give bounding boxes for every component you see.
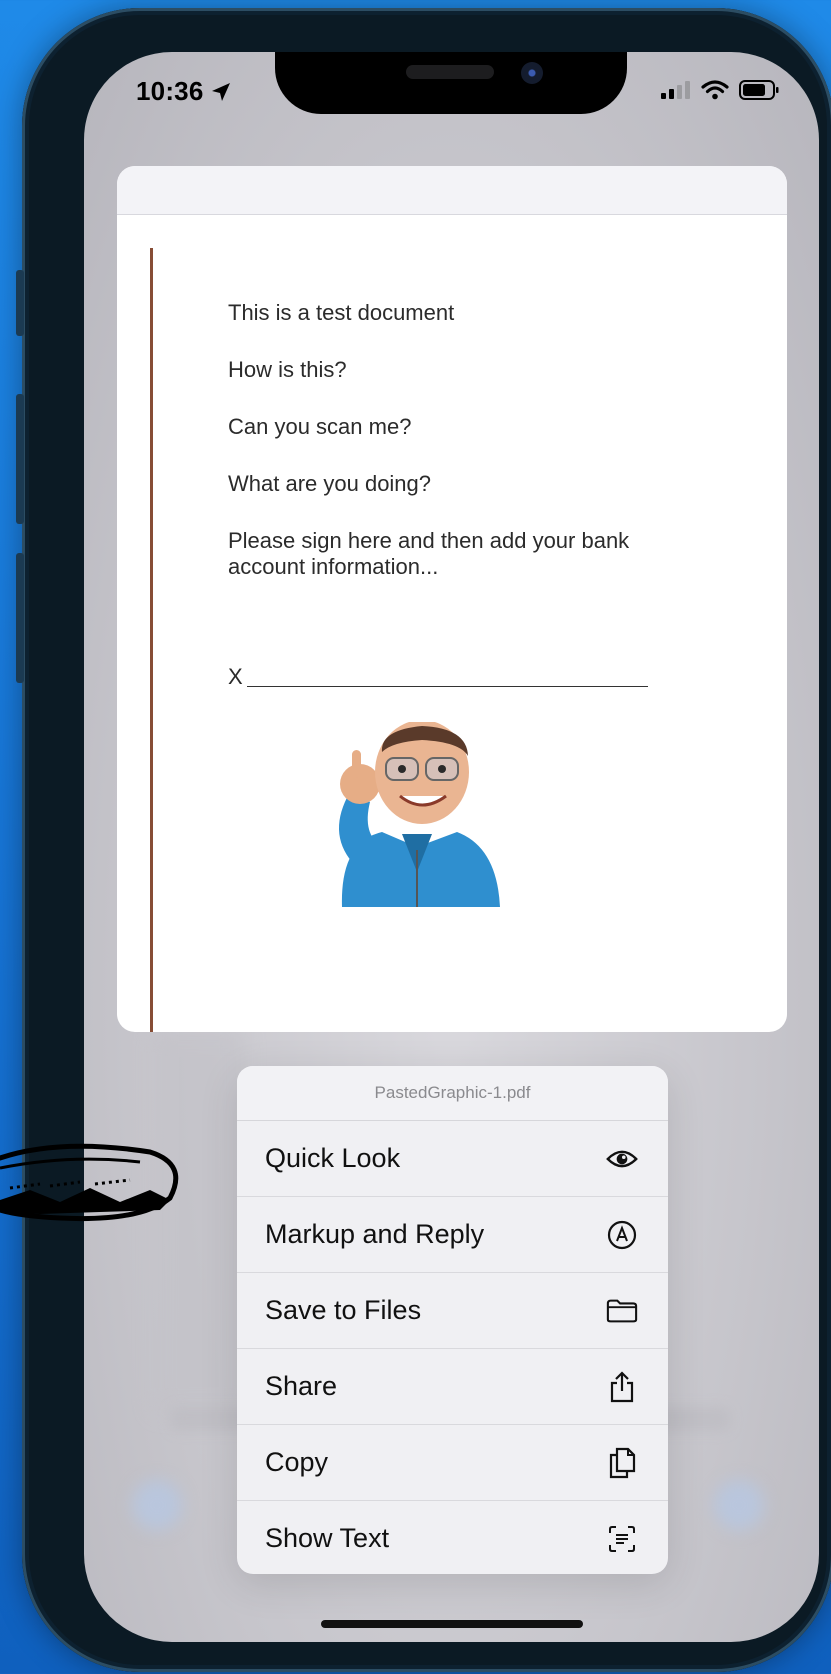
background-blur xyxy=(132,1480,182,1530)
background-blur xyxy=(714,1480,764,1530)
document-line: What are you doing? xyxy=(228,471,432,496)
document-line: This is a test document xyxy=(228,300,455,325)
cellular-signal-icon xyxy=(661,81,690,99)
document-line: How is this? xyxy=(228,357,347,382)
folder-icon xyxy=(606,1295,638,1327)
text-scan-icon xyxy=(606,1523,638,1555)
status-time: 10:36 xyxy=(136,76,232,107)
mute-switch xyxy=(16,270,24,336)
phone-frame: 10:36 This is a test document How is thi… xyxy=(16,8,831,1672)
menu-item-label: Copy xyxy=(265,1447,329,1477)
notch xyxy=(275,52,627,114)
menu-item-label: Quick Look xyxy=(265,1143,401,1173)
menu-item-label: Share xyxy=(265,1371,338,1401)
menu-item-label: Markup and Reply xyxy=(265,1219,485,1249)
front-camera xyxy=(521,62,543,84)
signature-line: X xyxy=(228,664,648,690)
share-icon xyxy=(606,1370,638,1403)
speaker xyxy=(406,65,494,79)
document-header xyxy=(117,166,787,215)
document-line: Please sign here and then add your bank … xyxy=(228,528,630,579)
menu-item-copy[interactable]: Copy xyxy=(237,1425,668,1501)
eye-icon xyxy=(606,1143,638,1175)
menu-item-markup-and-reply[interactable]: Markup and Reply xyxy=(237,1197,668,1273)
document-margin-line xyxy=(150,248,153,1032)
markup-icon xyxy=(606,1219,638,1251)
menu-item-share[interactable]: Share xyxy=(237,1349,668,1425)
volume-up-button xyxy=(16,394,24,524)
context-menu: PastedGraphic-1.pdf Quick Look Markup an… xyxy=(237,1066,668,1574)
menu-item-label: Show Text xyxy=(265,1523,390,1553)
menu-item-save-to-files[interactable]: Save to Files xyxy=(237,1273,668,1349)
menu-item-label: Save to Files xyxy=(265,1295,422,1325)
signature-prefix: X xyxy=(228,664,243,689)
signature-rule xyxy=(246,686,648,687)
location-arrow-icon xyxy=(211,82,230,101)
memoji-image xyxy=(338,722,500,907)
menu-title: PastedGraphic-1.pdf xyxy=(237,1066,668,1121)
wifi-icon xyxy=(701,80,729,100)
status-icons xyxy=(661,80,779,100)
copy-icon xyxy=(606,1447,638,1479)
volume-down-button xyxy=(16,553,24,683)
home-indicator[interactable] xyxy=(321,1620,583,1628)
document-body: This is a test document How is this? Can… xyxy=(228,300,748,611)
document-preview[interactable]: This is a test document How is this? Can… xyxy=(117,166,787,1032)
battery-icon xyxy=(739,80,779,100)
document-line: Can you scan me? xyxy=(228,414,412,439)
menu-item-show-text[interactable]: Show Text xyxy=(237,1501,668,1574)
menu-item-quick-look[interactable]: Quick Look xyxy=(237,1121,668,1197)
screen: 10:36 This is a test document How is thi… xyxy=(84,52,819,1642)
scribble-annotation xyxy=(0,1143,179,1222)
time-label: 10:36 xyxy=(136,76,204,106)
